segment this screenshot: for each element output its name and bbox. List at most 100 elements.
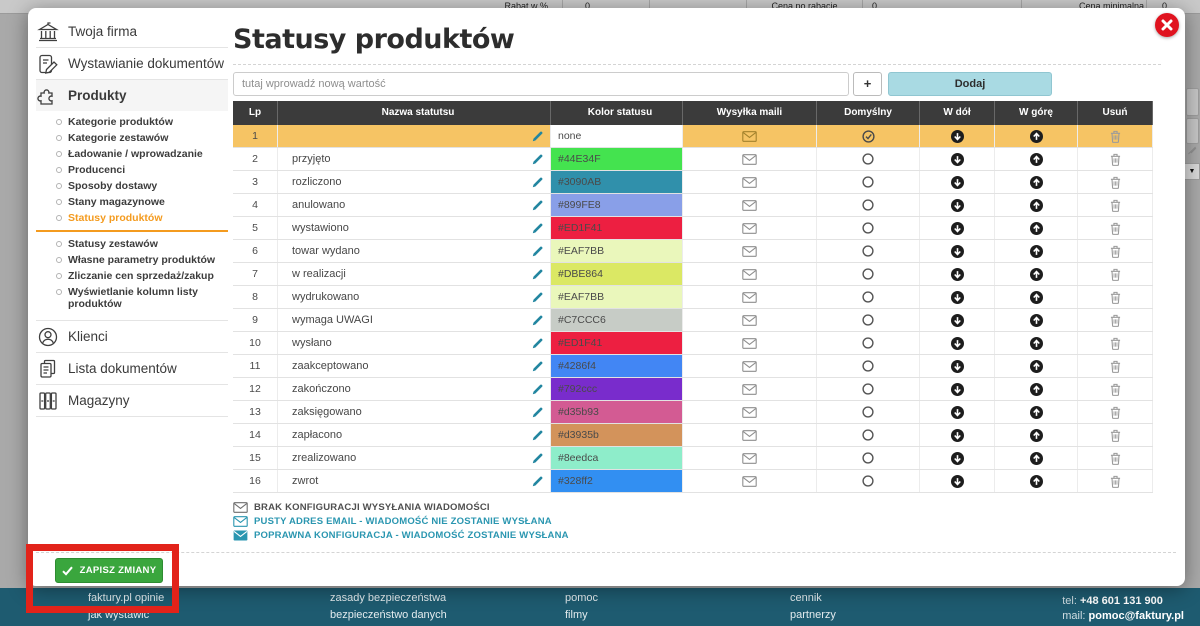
move-up-button[interactable] (995, 171, 1078, 193)
status-color-cell[interactable]: #EAF7BB (551, 286, 683, 308)
status-row[interactable]: 3rozliczono#3090AB (233, 171, 1153, 194)
move-up-button[interactable] (995, 355, 1078, 377)
sidebar-subitem[interactable]: Statusy zestawów (56, 236, 228, 252)
default-radio-button[interactable] (817, 240, 920, 262)
default-radio-button[interactable] (817, 148, 920, 170)
mail-toggle-button[interactable] (683, 171, 817, 193)
mail-toggle-button[interactable] (683, 263, 817, 285)
status-color-cell[interactable]: #DBE864 (551, 263, 683, 285)
edit-button[interactable] (526, 360, 544, 373)
default-radio-button[interactable] (817, 424, 920, 446)
edit-button[interactable] (526, 245, 544, 258)
delete-button[interactable] (1078, 401, 1153, 423)
sidebar-item-lista-dokumentow[interactable]: Lista dokumentów (36, 353, 228, 385)
edit-button[interactable] (526, 337, 544, 350)
sidebar-subitem[interactable]: Producenci (56, 162, 228, 178)
footer-link[interactable]: filmy (565, 609, 598, 621)
move-up-button[interactable] (995, 125, 1078, 147)
footer-link[interactable]: bezpieczeństwo danych (330, 609, 447, 621)
sidebar-item-twoja-firma[interactable]: Twoja firma (36, 16, 228, 48)
status-color-cell[interactable]: #ED1F41 (551, 332, 683, 354)
default-radio-button[interactable] (817, 401, 920, 423)
delete-button[interactable] (1078, 447, 1153, 469)
default-radio-button[interactable] (817, 332, 920, 354)
status-row[interactable]: 13zaksięgowano#d35b93 (233, 401, 1153, 424)
status-color-cell[interactable]: #d35b93 (551, 401, 683, 423)
move-down-button[interactable] (920, 424, 995, 446)
edit-button[interactable] (526, 291, 544, 304)
edit-button[interactable] (526, 222, 544, 235)
status-row[interactable]: 1none (233, 125, 1153, 148)
default-radio-button[interactable] (817, 286, 920, 308)
sidebar-subitem[interactable]: Kategorie produktów (56, 114, 228, 130)
edit-button[interactable] (526, 452, 544, 465)
sidebar-item-klienci[interactable]: Klienci (36, 321, 228, 353)
move-down-button[interactable] (920, 240, 995, 262)
status-row[interactable]: 16zwrot#328ff2 (233, 470, 1153, 493)
move-down-button[interactable] (920, 263, 995, 285)
default-radio-button[interactable] (817, 355, 920, 377)
edit-button[interactable] (526, 406, 544, 419)
status-row[interactable]: 5wystawiono#ED1F41 (233, 217, 1153, 240)
footer-link[interactable]: zasady bezpieczeństwa (330, 592, 447, 604)
move-up-button[interactable] (995, 470, 1078, 492)
sidebar-subitem[interactable]: Statusy produktów (56, 210, 228, 226)
move-up-button[interactable] (995, 332, 1078, 354)
status-color-cell[interactable]: #44E34F (551, 148, 683, 170)
footer-mail-address[interactable]: pomoc@faktury.pl (1089, 610, 1184, 622)
mail-toggle-button[interactable] (683, 470, 817, 492)
default-radio-button[interactable] (817, 309, 920, 331)
status-color-cell[interactable]: #C7CCC6 (551, 309, 683, 331)
status-row[interactable]: 6towar wydano#EAF7BB (233, 240, 1153, 263)
edit-button[interactable] (526, 475, 544, 488)
sidebar-subitem[interactable]: Wyświetlanie kolumn listy produktów (56, 284, 228, 312)
delete-button[interactable] (1078, 332, 1153, 354)
mail-toggle-button[interactable] (683, 355, 817, 377)
mail-toggle-button[interactable] (683, 148, 817, 170)
mail-toggle-button[interactable] (683, 194, 817, 216)
mail-toggle-button[interactable] (683, 217, 817, 239)
sidebar-subitem[interactable]: Sposoby dostawy (56, 178, 228, 194)
mail-toggle-button[interactable] (683, 309, 817, 331)
move-up-button[interactable] (995, 401, 1078, 423)
edit-button[interactable] (526, 383, 544, 396)
mail-toggle-button[interactable] (683, 332, 817, 354)
move-down-button[interactable] (920, 378, 995, 400)
status-row[interactable]: 15zrealizowano#8eedca (233, 447, 1153, 470)
footer-link[interactable]: partnerzy (790, 609, 836, 621)
default-radio-button[interactable] (817, 125, 920, 147)
move-up-button[interactable] (995, 263, 1078, 285)
default-radio-button[interactable] (817, 217, 920, 239)
status-color-cell[interactable]: none (551, 125, 683, 147)
delete-button[interactable] (1078, 355, 1153, 377)
delete-button[interactable] (1078, 263, 1153, 285)
mail-toggle-button[interactable] (683, 286, 817, 308)
sidebar-subitem[interactable]: Własne parametry produktów (56, 252, 228, 268)
status-row[interactable]: 14zapłacono#d3935b (233, 424, 1153, 447)
save-changes-button[interactable]: ZAPISZ ZMIANY (55, 558, 163, 583)
status-color-cell[interactable]: #3090AB (551, 171, 683, 193)
sidebar-subitem[interactable]: Stany magazynowe (56, 194, 228, 210)
status-row[interactable]: 4anulowano#899FE8 (233, 194, 1153, 217)
mail-toggle-button[interactable] (683, 240, 817, 262)
delete-button[interactable] (1078, 171, 1153, 193)
delete-button[interactable] (1078, 378, 1153, 400)
move-down-button[interactable] (920, 217, 995, 239)
status-row[interactable]: 7w realizacji#DBE864 (233, 263, 1153, 286)
move-up-button[interactable] (995, 286, 1078, 308)
move-down-button[interactable] (920, 194, 995, 216)
mail-toggle-button[interactable] (683, 424, 817, 446)
status-row[interactable]: 9wymaga UWAGI#C7CCC6 (233, 309, 1153, 332)
move-up-button[interactable] (995, 194, 1078, 216)
move-up-button[interactable] (995, 309, 1078, 331)
delete-button[interactable] (1078, 194, 1153, 216)
status-color-cell[interactable]: #4286f4 (551, 355, 683, 377)
edit-button[interactable] (526, 429, 544, 442)
delete-button[interactable] (1078, 470, 1153, 492)
status-row[interactable]: 11zaakceptowano#4286f4 (233, 355, 1153, 378)
mail-toggle-button[interactable] (683, 401, 817, 423)
sidebar-subitem[interactable]: Zliczanie cen sprzedaż/zakup (56, 268, 228, 284)
plus-button[interactable]: + (853, 72, 882, 96)
status-row[interactable]: 10wysłano#ED1F41 (233, 332, 1153, 355)
delete-button[interactable] (1078, 424, 1153, 446)
